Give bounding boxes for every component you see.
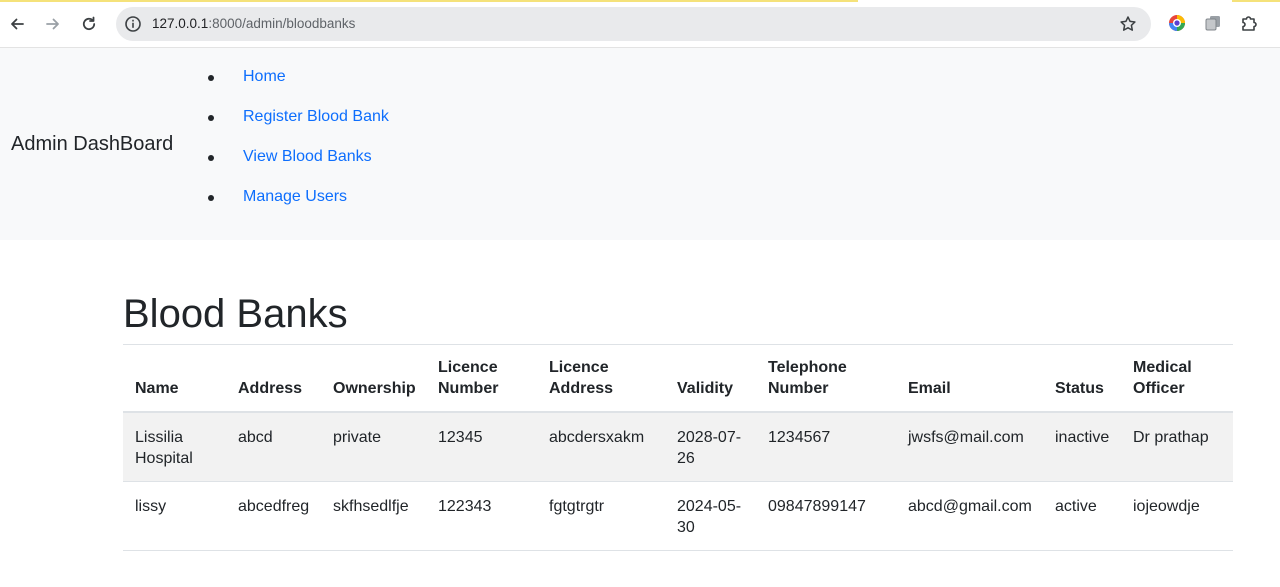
forward-button[interactable] xyxy=(41,12,65,36)
url-host: 127.0.0.1 xyxy=(152,16,209,31)
column-header-status: Status xyxy=(1043,347,1121,413)
nav-link-register-blood-bank[interactable]: Register Blood Bank xyxy=(243,105,389,129)
address-bar[interactable]: 127.0.0.1:8000/admin/bloodbanks xyxy=(116,7,1151,41)
color-extension-icon[interactable] xyxy=(1167,13,1187,33)
cell-name: lissy xyxy=(123,481,226,551)
nav-link-home[interactable]: Home xyxy=(243,65,286,89)
table-body: Lissilia Hospital abcd private 12345 abc… xyxy=(123,412,1233,551)
cell-licence-number: 122343 xyxy=(426,481,537,551)
column-header-telephone-number: Telephone Number xyxy=(756,347,896,413)
forward-arrow-icon xyxy=(46,18,59,30)
cell-licence-address: fgtgtrgtr xyxy=(537,481,665,551)
title-divider xyxy=(123,344,1233,345)
cell-status: inactive xyxy=(1043,412,1121,482)
column-header-validity: Validity xyxy=(665,347,756,413)
cell-address: abcedfreg xyxy=(226,481,321,551)
column-header-licence-number: Licence Number xyxy=(426,347,537,413)
column-header-address: Address xyxy=(226,347,321,413)
blood-banks-table: Name Address Ownership Licence Number Li… xyxy=(123,347,1233,551)
copy-extension-icon[interactable] xyxy=(1203,13,1223,33)
cell-medical-officer: iojeowdje xyxy=(1121,481,1233,551)
cell-validity: 2028-07-26 xyxy=(665,412,756,482)
nav-link-view-blood-banks[interactable]: View Blood Banks xyxy=(243,145,372,169)
tab-strip-highlight xyxy=(0,0,858,2)
url-path: :8000/admin/bloodbanks xyxy=(208,16,356,31)
list-bullet xyxy=(208,195,214,201)
cell-telephone-number: 1234567 xyxy=(756,412,896,482)
column-header-medical-officer: Medical Officer xyxy=(1121,347,1233,413)
column-header-name: Name xyxy=(123,347,226,413)
cell-telephone-number: 09847899147 xyxy=(756,481,896,551)
cell-ownership: skfhsedlfje xyxy=(321,481,426,551)
reload-button[interactable] xyxy=(77,12,101,36)
cell-validity: 2024-05-30 xyxy=(665,481,756,551)
cell-ownership: private xyxy=(321,412,426,482)
back-arrow-icon xyxy=(11,18,24,30)
table-header: Name Address Ownership Licence Number Li… xyxy=(123,347,1233,413)
column-header-ownership: Ownership xyxy=(321,347,426,413)
cell-name: Lissilia Hospital xyxy=(123,412,226,482)
page-title: Blood Banks xyxy=(123,292,348,336)
list-bullet xyxy=(208,115,214,121)
admin-navbar: Admin DashBoard Home Register Blood Bank… xyxy=(0,48,1280,240)
back-button[interactable] xyxy=(5,12,29,36)
list-bullet xyxy=(208,75,214,81)
cell-email: jwsfs@mail.com xyxy=(896,412,1043,482)
cell-medical-officer: Dr prathap xyxy=(1121,412,1233,482)
nav-link-manage-users[interactable]: Manage Users xyxy=(243,185,347,209)
cell-status: active xyxy=(1043,481,1121,551)
navbar-brand[interactable]: Admin DashBoard xyxy=(11,133,173,156)
extensions-puzzle-icon[interactable] xyxy=(1239,13,1259,33)
tab-strip-highlight xyxy=(1232,0,1280,2)
bookmark-star-icon[interactable] xyxy=(1119,15,1137,33)
cell-licence-number: 12345 xyxy=(426,412,537,482)
cell-address: abcd xyxy=(226,412,321,482)
site-info-icon[interactable] xyxy=(124,15,142,33)
table-row: Lissilia Hospital abcd private 12345 abc… xyxy=(123,412,1233,482)
column-header-email: Email xyxy=(896,347,1043,413)
column-header-licence-address: Licence Address xyxy=(537,347,665,413)
cell-licence-address: abcdersxakm xyxy=(537,412,665,482)
table-header-row: Name Address Ownership Licence Number Li… xyxy=(123,347,1233,413)
reload-icon xyxy=(82,16,96,31)
browser-toolbar: 127.0.0.1:8000/admin/bloodbanks xyxy=(0,0,1280,48)
list-bullet xyxy=(208,155,214,161)
url-text: 127.0.0.1:8000/admin/bloodbanks xyxy=(152,16,355,31)
table-row: lissy abcedfreg skfhsedlfje 122343 fgtgt… xyxy=(123,481,1233,551)
cell-email: abcd@gmail.com xyxy=(896,481,1043,551)
